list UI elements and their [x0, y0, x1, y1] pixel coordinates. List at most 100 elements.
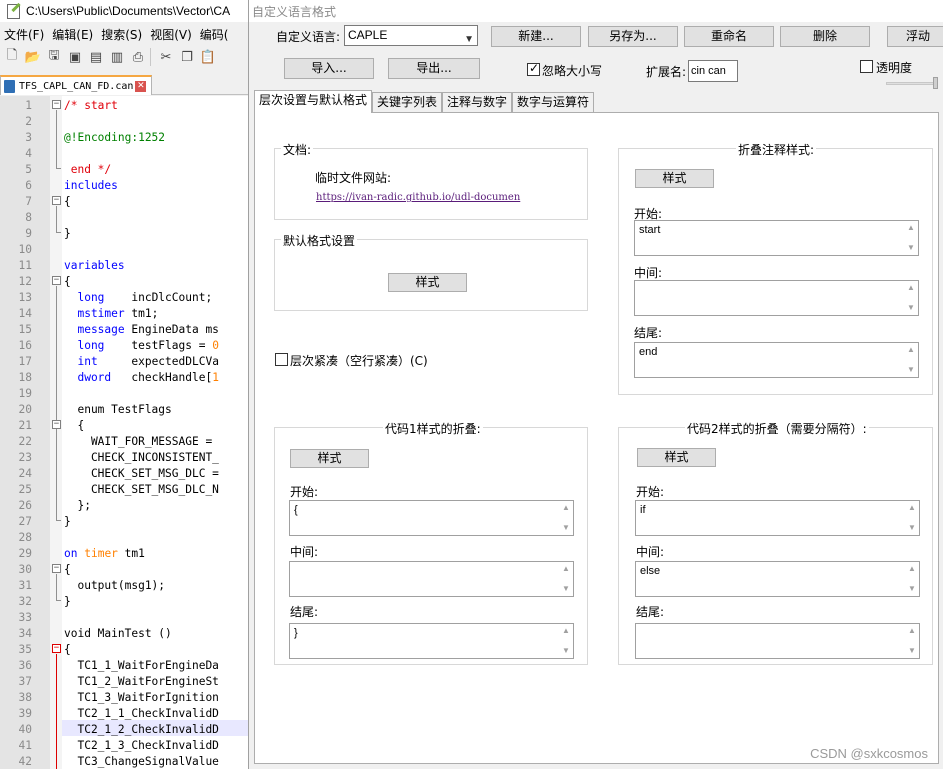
fold-toggle-icon[interactable]: −	[52, 276, 61, 285]
scroll-down-icon[interactable]: ▼	[907, 646, 917, 656]
code-editor[interactable]: − − − − − − 1 2 3 4 5 6 7 8 9 10 11 12 1…	[0, 96, 250, 769]
code-keyword: long	[64, 339, 105, 352]
code1-middle-input[interactable]: ▲ ▼	[289, 561, 574, 597]
fold-toggle-icon[interactable]: −	[52, 564, 61, 573]
close-tab-icon[interactable]: ✕	[135, 80, 147, 92]
npp-toolbar: 🗋 📂 🖫 ▣ ▤ ▥ ⎙ ✂ ❐ 📋	[0, 45, 250, 69]
documentation-link[interactable]: https://ivan-radic.github.io/udl-documen	[316, 192, 520, 203]
line-number: 12	[18, 275, 32, 288]
scroll-up-icon[interactable]: ▲	[561, 626, 571, 636]
delete-button[interactable]: 删除	[780, 26, 870, 47]
paste-icon[interactable]: 📋	[199, 48, 217, 66]
new-button[interactable]: 新建...	[491, 26, 581, 47]
close-file-icon[interactable]: ▤	[87, 48, 105, 66]
line-number: 3	[25, 131, 32, 144]
code1-end-input[interactable]: } ▲ ▼	[289, 623, 574, 659]
scroll-up-icon[interactable]: ▲	[561, 503, 571, 513]
menu-view[interactable]: 视图(V)	[146, 26, 196, 43]
tab-keywords-lists[interactable]: 关键字列表	[372, 92, 443, 113]
line-number: 40	[18, 723, 32, 736]
tab-operators-delimiters[interactable]: 数字与运算符	[512, 92, 595, 113]
scrollbar[interactable]: ▲ ▼	[907, 564, 917, 594]
transparency-slider-thumb[interactable]	[933, 77, 938, 89]
npp-tab-bar: TFS_CAPL_CAN_FD.can ✕	[0, 73, 250, 95]
fold-toggle-icon[interactable]: −	[52, 100, 61, 109]
scrollbar[interactable]: ▲ ▼	[561, 626, 571, 656]
extension-input[interactable]: cin can	[688, 60, 738, 82]
scrollbar[interactable]: ▲ ▼	[906, 223, 916, 253]
scroll-down-icon[interactable]: ▼	[907, 523, 917, 533]
tab-comment-number[interactable]: 注释与数字	[442, 92, 513, 113]
rename-button[interactable]: 重命名	[684, 26, 774, 47]
transparency-slider[interactable]	[886, 82, 936, 85]
code2-start-input[interactable]: if ▲ ▼	[635, 500, 920, 536]
menu-edit[interactable]: 编辑(E)	[48, 26, 97, 43]
npp-title-bar: C:\Users\Public\Documents\Vector\CA	[0, 0, 250, 22]
scroll-up-icon[interactable]: ▲	[907, 503, 917, 513]
scrollbar[interactable]: ▲ ▼	[907, 626, 917, 656]
fold-toggle-icon[interactable]: −	[52, 644, 61, 653]
code-line: @!Encoding:1252	[64, 131, 166, 144]
scroll-up-icon[interactable]: ▲	[561, 564, 571, 574]
language-label: 自定义语言:	[276, 30, 341, 44]
scroll-down-icon[interactable]: ▼	[561, 523, 571, 533]
menu-search[interactable]: 搜索(S)	[97, 26, 146, 43]
scroll-up-icon[interactable]: ▲	[907, 564, 917, 574]
line-number: 2	[25, 115, 32, 128]
scrollbar[interactable]: ▲ ▼	[906, 283, 916, 313]
save-icon[interactable]: 🖫	[45, 48, 63, 66]
scroll-down-icon[interactable]: ▼	[906, 243, 916, 253]
scrollbar[interactable]: ▲ ▼	[561, 503, 571, 533]
scroll-down-icon[interactable]: ▼	[907, 584, 917, 594]
save-all-icon[interactable]: ▣	[66, 48, 84, 66]
language-select[interactable]: CAPLE ▼	[344, 25, 478, 46]
fold-toggle-icon[interactable]: −	[52, 420, 61, 429]
code2-end-input[interactable]: ▲ ▼	[635, 623, 920, 659]
menu-file[interactable]: 文件(F)	[0, 26, 48, 43]
scroll-down-icon[interactable]: ▼	[561, 646, 571, 656]
print-icon[interactable]: ⎙	[129, 48, 147, 66]
save-as-button[interactable]: 另存为...	[588, 26, 678, 47]
transparency-checkbox[interactable]	[860, 60, 873, 73]
ignore-case-checkbox[interactable]	[527, 61, 540, 76]
fold-comment-start-input[interactable]: start ▲ ▼	[634, 220, 919, 256]
scroll-down-icon[interactable]: ▼	[906, 303, 916, 313]
scroll-up-icon[interactable]: ▲	[907, 626, 917, 636]
fold-comment-style-button[interactable]: 样式	[635, 169, 714, 188]
fold-comment-middle-input[interactable]: ▲ ▼	[634, 280, 919, 316]
scroll-down-icon[interactable]: ▼	[561, 584, 571, 594]
scrollbar[interactable]: ▲ ▼	[561, 564, 571, 594]
scroll-down-icon[interactable]: ▼	[906, 365, 916, 375]
scrollbar[interactable]: ▲ ▼	[907, 503, 917, 533]
fold-comment-end-input[interactable]: end ▲ ▼	[634, 342, 919, 378]
fold-toggle-icon[interactable]: −	[52, 196, 61, 205]
scroll-up-icon[interactable]: ▲	[906, 345, 916, 355]
copy-icon[interactable]: ❐	[178, 48, 196, 66]
compact-checkbox[interactable]	[275, 353, 288, 366]
scrollbar[interactable]: ▲ ▼	[906, 345, 916, 375]
new-file-icon[interactable]: 🗋	[3, 48, 21, 66]
scroll-up-icon[interactable]: ▲	[906, 283, 916, 293]
code1-start-input[interactable]: { ▲ ▼	[289, 500, 574, 536]
code-line: mstimer tm1;	[64, 306, 158, 322]
open-folder-icon[interactable]: 📂	[24, 48, 42, 66]
export-button[interactable]: 导出...	[388, 58, 480, 79]
code2-middle-input[interactable]: else ▲ ▼	[635, 561, 920, 597]
import-button[interactable]: 导入...	[284, 58, 374, 79]
code-text: EngineData ms	[124, 323, 219, 336]
line-number: 9	[25, 227, 32, 240]
line-number: 20	[18, 403, 32, 416]
float-button[interactable]: 浮动	[887, 26, 943, 47]
default-style-button[interactable]: 样式	[388, 273, 467, 292]
tab-folder-default-style[interactable]: 层次设置与默认格式	[254, 90, 373, 113]
line-number: 27	[18, 515, 32, 528]
menu-encoding[interactable]: 编码(	[196, 26, 233, 43]
close-all-icon[interactable]: ▥	[108, 48, 126, 66]
code2-style-button[interactable]: 样式	[637, 448, 716, 467]
cut-icon[interactable]: ✂	[157, 48, 175, 66]
code1-style-button[interactable]: 样式	[290, 449, 369, 468]
tab-panel: 文档: 临时文件网站: https://ivan-radic.github.io…	[254, 112, 939, 764]
tab-file[interactable]: TFS_CAPL_CAN_FD.can ✕	[0, 75, 152, 95]
line-number: 38	[18, 691, 32, 704]
scroll-up-icon[interactable]: ▲	[906, 223, 916, 233]
